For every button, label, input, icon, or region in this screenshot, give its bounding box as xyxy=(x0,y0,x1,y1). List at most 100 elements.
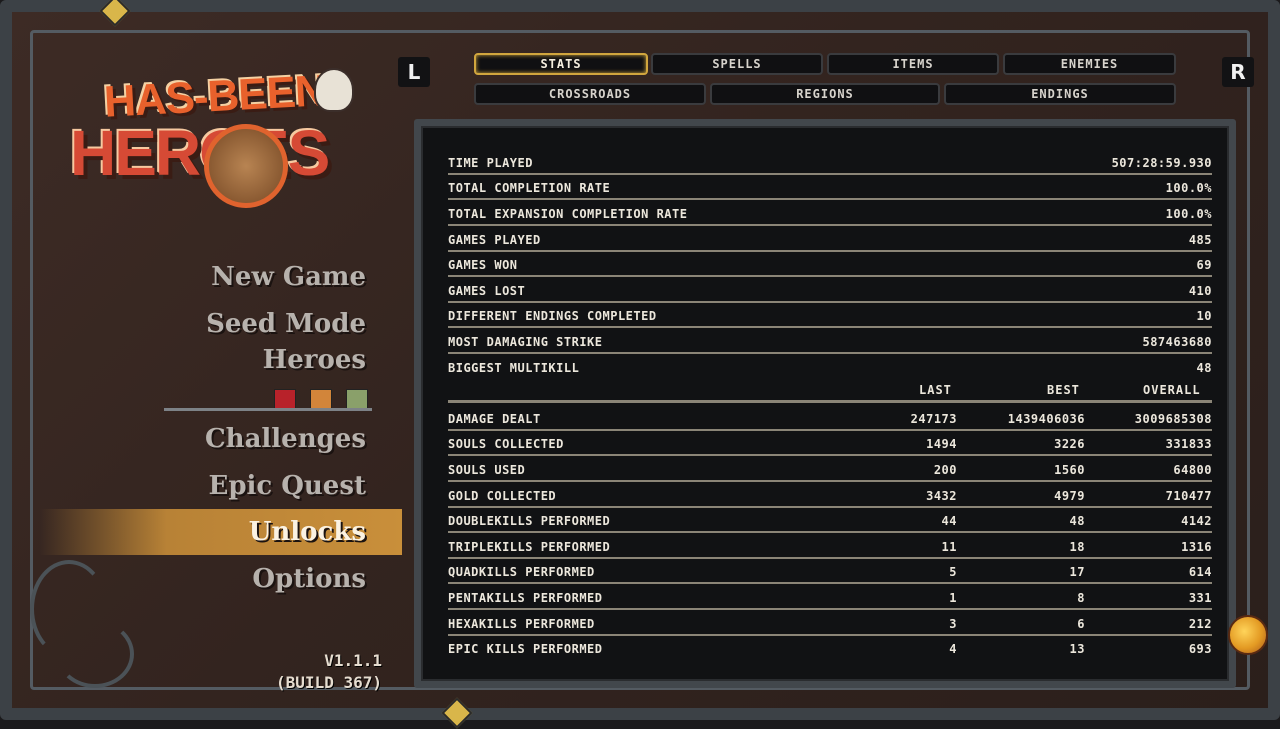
menu-unlocks[interactable]: Unlocks xyxy=(249,517,366,547)
stat-label: GAMES LOST xyxy=(448,284,526,298)
tab-spells[interactable]: SPELLS xyxy=(651,53,823,75)
stat-row: DIFFERENT ENDINGS COMPLETED 10 xyxy=(448,304,1212,328)
record-overall: 693 xyxy=(1188,642,1212,656)
stat-row: GAMES WON 69 xyxy=(448,253,1212,277)
stat-row: BIGGEST MULTIKILL 48 xyxy=(448,356,1212,380)
tab-enemies[interactable]: ENEMIES xyxy=(1003,53,1176,75)
record-last: 1494 xyxy=(926,437,957,451)
stat-row: MOST DAMAGING STRIKE 587463680 xyxy=(448,330,1212,354)
stat-value: 100.0% xyxy=(1165,207,1212,221)
record-overall: 64800 xyxy=(1173,463,1212,477)
record-overall: 614 xyxy=(1188,565,1212,579)
record-best: 48 xyxy=(1069,514,1085,528)
stat-value: 507:28:59.930 xyxy=(1111,156,1212,170)
record-overall: 331 xyxy=(1188,591,1212,605)
game-logo: HAS-BEEN HEROES xyxy=(66,42,366,212)
record-best: 18 xyxy=(1069,540,1085,554)
stat-value: 410 xyxy=(1188,284,1212,298)
record-label: TRIPLEKILLS PERFORMED xyxy=(448,540,611,554)
stat-label: TOTAL COMPLETION RATE xyxy=(448,181,611,195)
menu-challenges[interactable]: Challenges xyxy=(205,424,366,454)
stat-label: TOTAL EXPANSION COMPLETION RATE xyxy=(448,207,688,221)
record-label: SOULS COLLECTED xyxy=(448,437,564,451)
record-label: GOLD COLLECTED xyxy=(448,489,557,503)
record-best: 1439406036 xyxy=(1007,412,1085,426)
logo-text-bottom: HEROES xyxy=(70,117,330,189)
build-number: (BUILD 367) xyxy=(276,673,382,692)
stat-value: 587463680 xyxy=(1142,335,1212,349)
record-last: 247173 xyxy=(910,412,957,426)
l-shoulder-button[interactable]: L xyxy=(398,57,430,87)
record-row: QUADKILLS PERFORMED 5 17 614 xyxy=(448,560,1212,584)
version-number: V1.1.1 xyxy=(324,651,382,670)
record-row: HEXAKILLS PERFORMED 3 6 212 xyxy=(448,612,1212,636)
tab-endings[interactable]: ENDINGS xyxy=(944,83,1176,105)
stat-row: TOTAL EXPANSION COMPLETION RATE 100.0% xyxy=(448,202,1212,226)
tab-items[interactable]: ITEMS xyxy=(827,53,999,75)
record-label: HEXAKILLS PERFORMED xyxy=(448,617,595,631)
stat-value: 485 xyxy=(1188,233,1212,247)
record-row: SOULS COLLECTED 1494 3226 331833 xyxy=(448,432,1212,456)
record-overall: 1316 xyxy=(1181,540,1212,554)
stat-row: TOTAL COMPLETION RATE 100.0% xyxy=(448,176,1212,200)
record-row: PENTAKILLS PERFORMED 1 8 331 xyxy=(448,586,1212,610)
record-best: 1560 xyxy=(1054,463,1085,477)
stat-row: GAMES LOST 410 xyxy=(448,279,1212,303)
tab-regions[interactable]: REGIONS xyxy=(710,83,940,105)
skull-icon xyxy=(314,68,354,112)
vine-ornament xyxy=(56,620,134,688)
record-last: 44 xyxy=(941,514,957,528)
record-overall: 4142 xyxy=(1181,514,1212,528)
menu-options[interactable]: Options xyxy=(252,564,366,594)
record-row: DAMAGE DEALT 247173 1439406036 3009685308 xyxy=(448,407,1212,431)
column-header-best: BEST xyxy=(1047,383,1080,397)
record-label: PENTAKILLS PERFORMED xyxy=(448,591,603,605)
record-best: 3226 xyxy=(1054,437,1085,451)
record-overall: 331833 xyxy=(1165,437,1212,451)
menu-epic-quest[interactable]: Epic Quest xyxy=(209,471,367,501)
column-header-overall: OVERALL xyxy=(1143,383,1201,397)
record-last: 3 xyxy=(949,617,957,631)
record-overall: 3009685308 xyxy=(1134,412,1212,426)
stat-label: GAMES WON xyxy=(448,258,518,272)
record-label: DOUBLEKILLS PERFORMED xyxy=(448,514,611,528)
record-overall: 710477 xyxy=(1165,489,1212,503)
record-last: 4 xyxy=(949,642,957,656)
record-best: 6 xyxy=(1077,617,1085,631)
header-divider xyxy=(448,400,1212,403)
tab-stats[interactable]: STATS xyxy=(474,53,648,75)
record-row: EPIC KILLS PERFORMED 4 13 693 xyxy=(448,637,1212,661)
stat-label: BIGGEST MULTIKILL xyxy=(448,361,580,375)
tab-crossroads[interactable]: CROSSROADS xyxy=(474,83,706,105)
record-last: 1 xyxy=(949,591,957,605)
record-row: DOUBLEKILLS PERFORMED 44 48 4142 xyxy=(448,509,1212,533)
menu-heroes[interactable]: Heroes xyxy=(263,345,366,375)
stat-label: DIFFERENT ENDINGS COMPLETED xyxy=(448,309,657,323)
stat-row: GAMES PLAYED 485 xyxy=(448,228,1212,252)
stat-row: TIME PLAYED 507:28:59.930 xyxy=(448,151,1212,175)
heroes-divider xyxy=(164,408,372,411)
r-shoulder-button[interactable]: R xyxy=(1222,57,1254,87)
record-last: 11 xyxy=(941,540,957,554)
shield-icon xyxy=(204,124,288,208)
record-label: QUADKILLS PERFORMED xyxy=(448,565,595,579)
record-row: TRIPLEKILLS PERFORMED 11 18 1316 xyxy=(448,535,1212,559)
record-row: SOULS USED 200 1560 64800 xyxy=(448,458,1212,482)
stat-value: 48 xyxy=(1196,361,1212,375)
stat-value: 69 xyxy=(1196,258,1212,272)
stat-label: GAMES PLAYED xyxy=(448,233,541,247)
record-last: 200 xyxy=(933,463,957,477)
stat-label: TIME PLAYED xyxy=(448,156,533,170)
record-label: SOULS USED xyxy=(448,463,526,477)
record-best: 8 xyxy=(1077,591,1085,605)
record-overall: 212 xyxy=(1188,617,1212,631)
coin-button-icon[interactable] xyxy=(1228,615,1268,655)
record-last: 5 xyxy=(949,565,957,579)
column-header-last: LAST xyxy=(919,383,952,397)
menu-new-game[interactable]: New Game xyxy=(211,262,366,292)
stat-value: 10 xyxy=(1196,309,1212,323)
menu-seed-mode[interactable]: Seed Mode xyxy=(206,309,366,339)
record-best: 13 xyxy=(1069,642,1085,656)
record-row: GOLD COLLECTED 3432 4979 710477 xyxy=(448,484,1212,508)
stat-label: MOST DAMAGING STRIKE xyxy=(448,335,603,349)
